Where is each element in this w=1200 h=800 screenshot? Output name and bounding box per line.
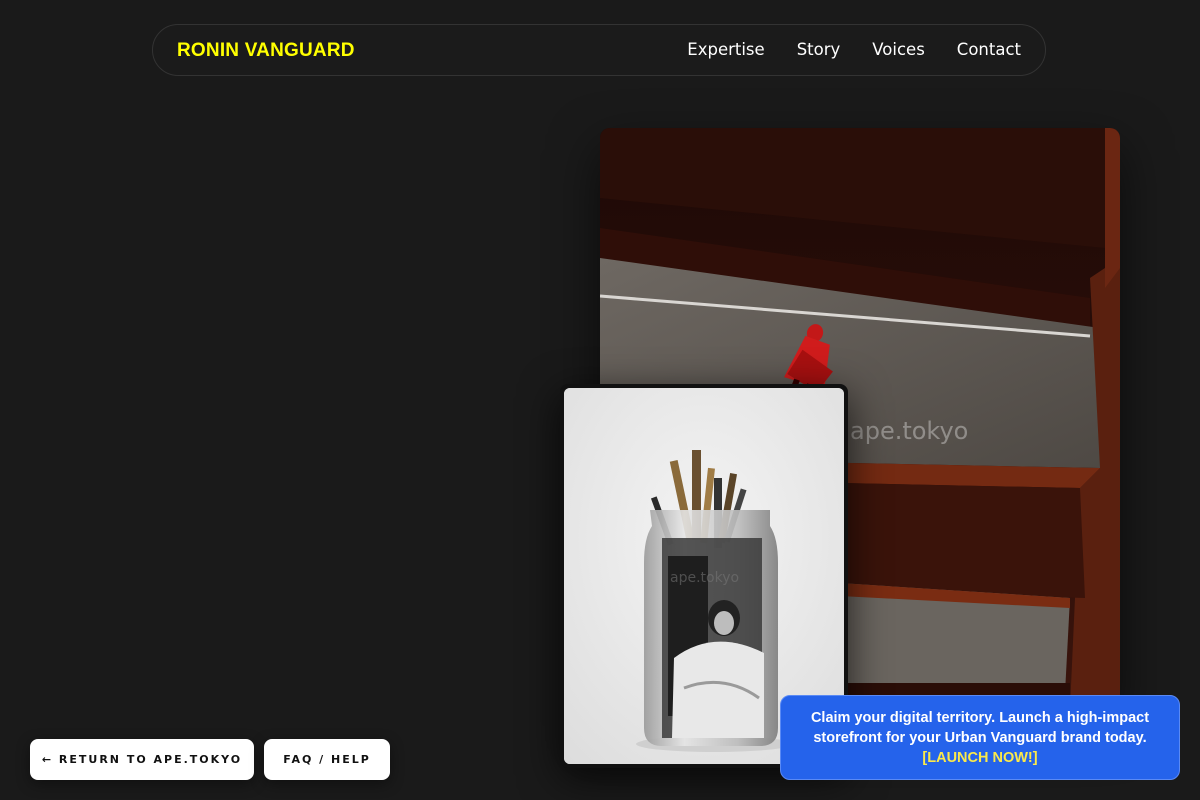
promo-text: Claim your digital territory. Launch a h… [810,710,1150,746]
top-nav: RONIN VANGUARD Expertise Story Voices Co… [152,24,1046,76]
nav-link-expertise[interactable]: Expertise [687,40,764,59]
nav-link-contact[interactable]: Contact [957,40,1021,59]
nav-link-story[interactable]: Story [797,40,841,59]
faq-help-button[interactable]: FAQ / HELP [264,739,390,780]
main-photo-watermark: ape.tokyo [850,417,968,445]
launch-now-link[interactable]: [LAUNCH NOW!] [922,750,1037,766]
launch-promo-banner[interactable]: Claim your digital territory. Launch a h… [780,695,1180,780]
brand-logo[interactable]: RONIN VANGUARD [177,40,355,62]
return-to-ape-tokyo-button[interactable]: ← RETURN TO APE.TOKYO [30,739,254,780]
nav-links: Expertise Story Voices Contact [687,40,1021,59]
nav-link-voices[interactable]: Voices [872,40,925,59]
small-photo-watermark: ape.tokyo [670,570,739,586]
